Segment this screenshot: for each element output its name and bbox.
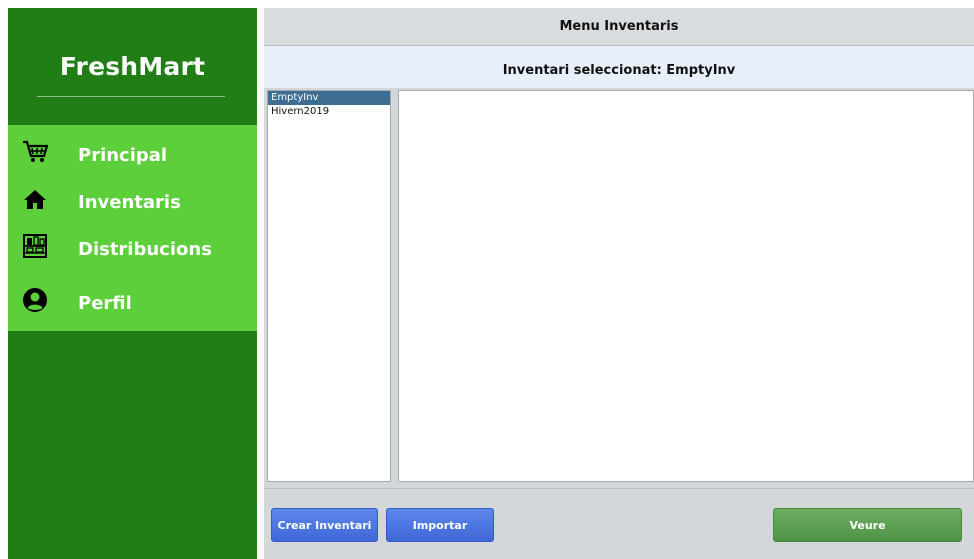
- sidebar-item-label: Principal: [78, 145, 168, 166]
- sidebar-item-perfil[interactable]: Perfil: [8, 283, 257, 327]
- selection-header: Inventari seleccionat: EmptyInv: [264, 46, 974, 88]
- brand-logo-text: FreshMart: [59, 52, 206, 81]
- sidebar-item-inventaris[interactable]: Inventaris: [8, 182, 257, 226]
- list-item[interactable]: Hivern2019: [268, 105, 390, 119]
- view-button[interactable]: Veure: [773, 508, 962, 542]
- page-title: Menu Inventaris: [264, 8, 974, 46]
- brand-divider: [37, 96, 225, 97]
- sidebar: FreshMart Principal Inventaris Distribuc…: [8, 8, 257, 559]
- main-panel: Menu Inventaris Inventari seleccionat: E…: [264, 8, 974, 559]
- user-circle-icon: [22, 287, 48, 313]
- sidebar-item-distribucions[interactable]: Distribucions: [8, 229, 257, 273]
- sidebar-item-label: Inventaris: [78, 192, 181, 213]
- selected-inventory-label: Inventari seleccionat: EmptyInv: [502, 63, 736, 78]
- inventory-list[interactable]: EmptyInv Hivern2019: [267, 90, 391, 482]
- create-inventory-button[interactable]: Crear Inventari: [271, 508, 378, 542]
- shopping-cart-icon: [22, 139, 49, 165]
- shelves-icon: [22, 233, 48, 259]
- sidebar-item-principal[interactable]: Principal: [8, 135, 257, 179]
- sidebar-item-label: Perfil: [78, 293, 132, 314]
- import-button[interactable]: Importar: [386, 508, 494, 542]
- divider: [264, 488, 974, 489]
- inventory-detail-area[interactable]: [398, 90, 974, 482]
- sidebar-item-label: Distribucions: [78, 239, 212, 260]
- list-item[interactable]: EmptyInv: [268, 91, 390, 105]
- sidebar-menu: Principal Inventaris Distribucions Perfi…: [8, 125, 257, 331]
- home-icon: [22, 186, 48, 212]
